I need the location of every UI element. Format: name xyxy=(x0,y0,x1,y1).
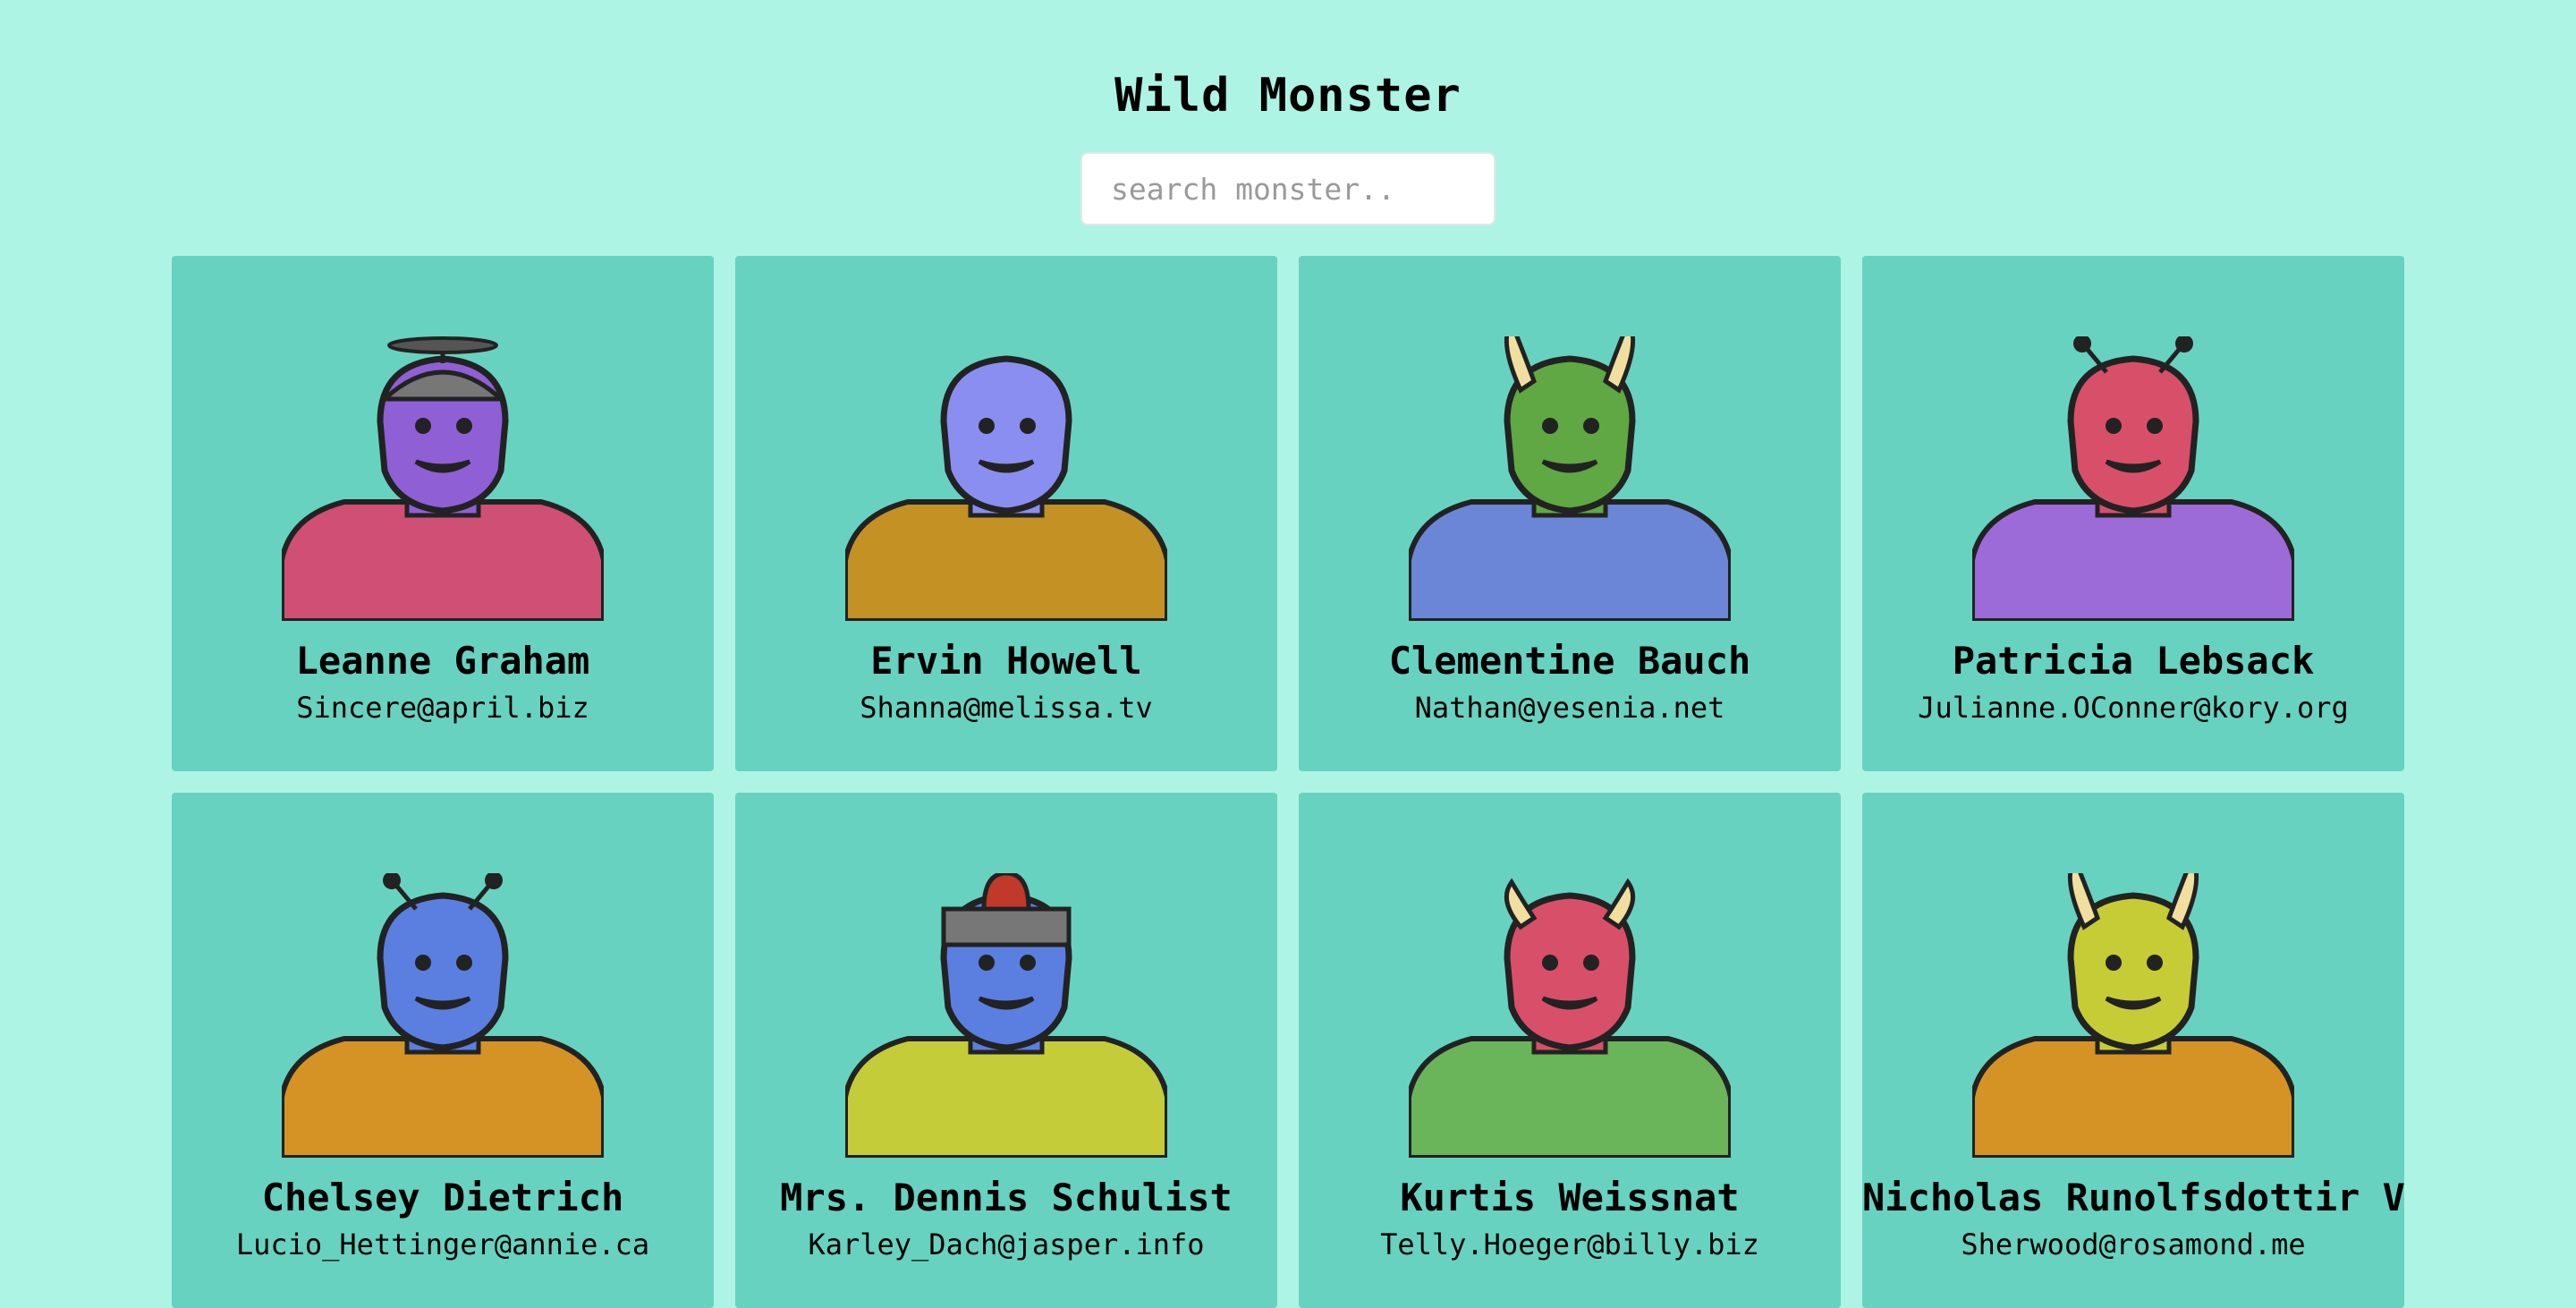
monster-email: Lucio_Hettinger@annie.ca xyxy=(235,1227,650,1261)
monster-email: Telly.Hoeger@billy.biz xyxy=(1380,1227,1759,1261)
monster-card[interactable]: Patricia Lebsack Julianne.OConner@kory.or… xyxy=(1862,256,2404,771)
page-title: Wild Monster xyxy=(1114,68,1462,123)
monster-avatar xyxy=(1409,878,1731,1158)
monster-email: Sherwood@rosamond.me xyxy=(1961,1227,2306,1261)
search-input[interactable] xyxy=(1080,152,1496,225)
monster-name: Kurtis Weissnat xyxy=(1400,1176,1740,1219)
monster-email: Karley_Dach@jasper.info xyxy=(808,1227,1205,1261)
monster-card[interactable]: Nicholas Runolfsdottir V Sherwood@rosamon… xyxy=(1862,793,2404,1308)
monster-card[interactable]: Clementine Bauch Nathan@yesenia.net xyxy=(1299,256,1841,771)
monster-avatar xyxy=(282,336,604,621)
monster-name: Leanne Graham xyxy=(295,639,590,683)
monster-email: Nathan@yesenia.net xyxy=(1414,691,1725,725)
monster-email: Sincere@april.biz xyxy=(296,691,589,725)
monster-email: Shanna@melissa.tv xyxy=(860,691,1153,725)
monster-avatar xyxy=(1972,336,2294,621)
monster-avatar xyxy=(282,873,604,1158)
monster-name: Patricia Lebsack xyxy=(1952,639,2315,683)
monster-grid: Leanne Graham Sincere@april.biz Ervin Howe… xyxy=(172,256,2404,1308)
monster-email: Julianne.OConner@kory.org xyxy=(1918,691,2349,725)
monster-avatar xyxy=(1409,336,1731,621)
monster-avatar xyxy=(1972,873,2294,1158)
monster-card[interactable]: Ervin Howell Shanna@melissa.tv xyxy=(735,256,1277,771)
monster-avatar xyxy=(845,873,1167,1158)
monster-name: Mrs. Dennis Schulist xyxy=(780,1176,1233,1219)
monster-name: Clementine Bauch xyxy=(1388,639,1751,683)
monster-card[interactable]: Leanne Graham Sincere@april.biz xyxy=(172,256,714,771)
monster-card[interactable]: Mrs. Dennis Schulist Karley_Dach@jasper.i… xyxy=(735,793,1277,1308)
monster-name: Chelsey Dietrich xyxy=(261,1176,624,1219)
monster-name: Ervin Howell xyxy=(870,639,1142,683)
monster-name: Nicholas Runolfsdottir V xyxy=(1862,1176,2404,1219)
monster-avatar xyxy=(845,355,1167,621)
monster-card[interactable]: Kurtis Weissnat Telly.Hoeger@billy.biz xyxy=(1299,793,1841,1308)
monster-card[interactable]: Chelsey Dietrich Lucio_Hettinger@annie.ca xyxy=(172,793,714,1308)
